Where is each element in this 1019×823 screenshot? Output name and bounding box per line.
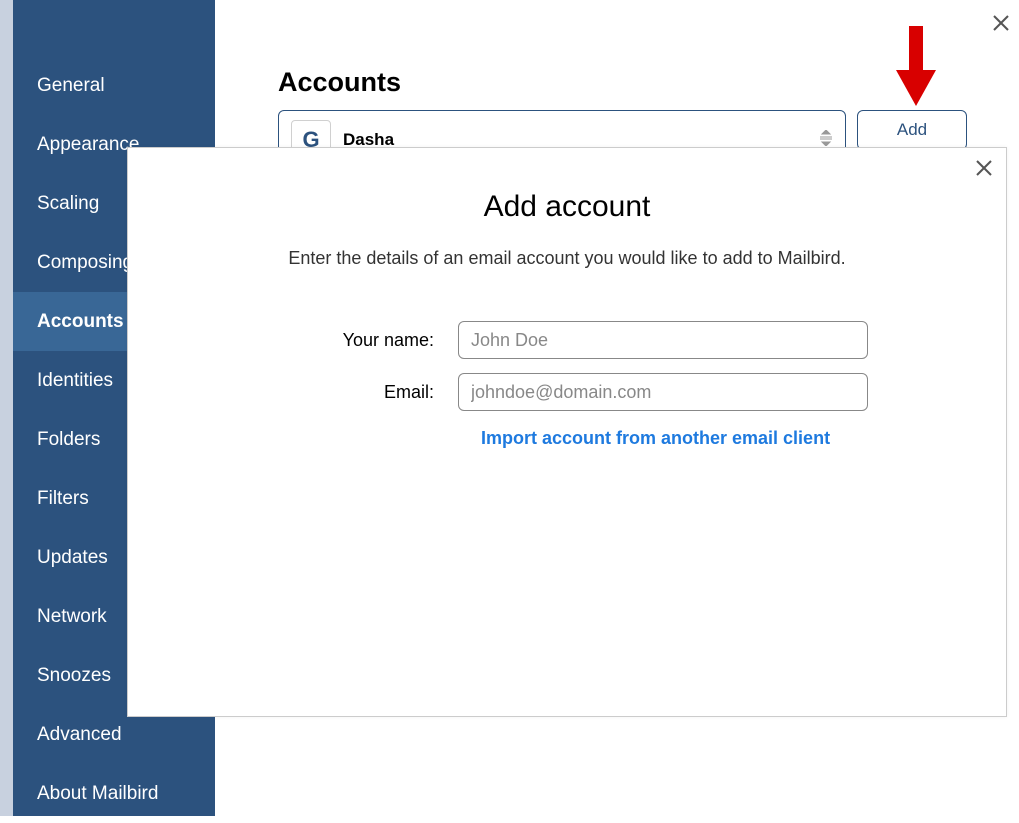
add-account-button[interactable]: Add xyxy=(857,110,967,150)
sidebar-item-label: General xyxy=(37,75,105,97)
close-icon xyxy=(976,160,992,176)
add-button-label: Add xyxy=(897,120,927,140)
window-gutter xyxy=(0,0,13,816)
import-account-link[interactable]: Import account from another email client xyxy=(481,428,830,449)
window-close-button[interactable] xyxy=(993,15,1009,31)
email-input[interactable] xyxy=(458,373,868,411)
sidebar-item-label: Updates xyxy=(37,547,108,569)
sidebar-item-label: Appearance xyxy=(37,134,139,156)
email-row: Email: xyxy=(128,373,1006,411)
name-row: Your name: xyxy=(128,321,1006,359)
dialog-close-button[interactable] xyxy=(976,160,992,176)
sidebar-item-label: Scaling xyxy=(37,193,99,215)
email-label: Email: xyxy=(128,382,458,403)
sidebar-item-label: Identities xyxy=(37,370,113,392)
sidebar-item-general[interactable]: General xyxy=(13,56,215,115)
sidebar-item-label: Folders xyxy=(37,429,100,451)
dialog-subtitle: Enter the details of an email account yo… xyxy=(128,248,1006,269)
name-label: Your name: xyxy=(128,330,458,351)
sidebar-item-about-mailbird[interactable]: About Mailbird xyxy=(13,764,215,823)
add-account-dialog: Add account Enter the details of an emai… xyxy=(127,147,1007,717)
close-icon xyxy=(993,15,1009,31)
sidebar-item-label: Filters xyxy=(37,488,89,510)
sidebar-item-label: Composing xyxy=(37,252,133,274)
sidebar-item-label: Snoozes xyxy=(37,665,111,687)
sidebar-item-label: Network xyxy=(37,606,107,628)
sidebar-item-label: About Mailbird xyxy=(37,783,158,805)
sidebar-item-label: Advanced xyxy=(37,724,122,746)
sidebar-item-label: Accounts xyxy=(37,311,124,333)
page-title: Accounts xyxy=(278,67,401,98)
name-input[interactable] xyxy=(458,321,868,359)
dialog-title: Add account xyxy=(128,190,1006,224)
